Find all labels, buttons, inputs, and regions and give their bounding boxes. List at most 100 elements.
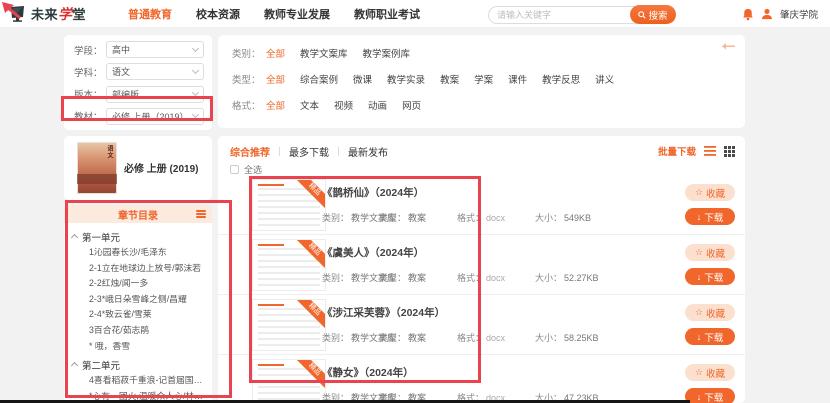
logo-icon [10,5,27,22]
format-option-all[interactable]: 全部 [266,98,285,112]
download-button[interactable]: ↓下载 [685,388,735,403]
chevron-down-icon [192,67,199,74]
collect-button[interactable]: ☆收藏 [685,304,735,321]
batch-download-link[interactable]: 批量下载 [658,144,696,158]
toc-unit-2[interactable]: 第二单元 [72,356,208,373]
results-panel: 综合推荐 最多下载 最新发布 批量下载 全选 [218,136,745,403]
toc-lesson[interactable]: 4喜看稻菽千重浪-记首届国家最高… [72,373,208,389]
type-option[interactable]: 教学实录 [387,72,425,86]
collect-button[interactable]: ☆收藏 [685,364,735,381]
cover-art [77,174,117,184]
type-option[interactable]: 课件 [508,72,527,86]
collect-button[interactable]: ☆收藏 [685,184,735,201]
filter-label: 教材： [74,109,106,123]
collapse-caret-icon [71,362,78,369]
collapse-panel-icon[interactable] [722,42,735,51]
stage-select[interactable]: 高中 [106,41,204,58]
sort-tab-recommended[interactable]: 综合推荐 [230,144,270,159]
resource-title[interactable]: 《涉江采芙蓉》（2024年） [322,305,445,320]
filter-row-edition: 版本： 部编版 [74,86,204,103]
sort-tab-most-downloaded[interactable]: 最多下载 [289,144,329,159]
edition-select[interactable]: 部编版 [106,86,204,103]
download-button[interactable]: ↓下载 [685,208,735,225]
user-icon[interactable] [761,8,773,20]
toc-unit-1[interactable]: 第一单元 [72,228,208,245]
subject-select[interactable]: 语文 [106,63,204,80]
format-option[interactable]: 网页 [402,98,421,112]
filter-row-type: 类型： 全部 综合案例 微课 教学实录 教案 学案 课件 教学反思 讲义 [232,72,731,86]
book-title: 必修 上册 (2019) [124,160,198,175]
type-option-all[interactable]: 全部 [266,72,285,86]
download-button[interactable]: ↓下载 [685,268,735,285]
filter-row-format: 格式： 全部 文本 视频 动画 网页 [232,98,731,112]
filter-label: 类别： [232,46,266,60]
collect-button[interactable]: ☆收藏 [685,244,735,261]
category-option[interactable]: 教学文案库 [300,46,348,60]
filter-label: 版本： [74,87,106,101]
resource-thumbnail[interactable]: 精品 [252,179,326,231]
hamburger-menu-icon[interactable] [196,210,206,218]
filter-label: 类型： [232,72,266,86]
bell-icon[interactable] [742,8,754,21]
toc-lesson[interactable]: 2-3*峨日朵雪峰之侧/昌耀 [72,292,208,308]
resource-thumbnail[interactable]: 精品 [252,239,326,291]
format-option[interactable]: 动画 [368,98,387,112]
resource-thumbnail[interactable]: 精品 [252,359,326,403]
resource-row: 精品 《鹊桥仙》（2024年） 类别：教学文案库 类型：教案 格式：docx 大… [218,175,745,235]
nav-teacher-exam[interactable]: 教师职业考试 [354,6,420,22]
textbook-select[interactable]: 必修 上册（2019） [106,108,204,125]
user-area: 肇庆学院 [742,0,818,28]
cover-label: 语文 [105,145,114,159]
resource-title[interactable]: 《静女》（2024年） [322,365,414,380]
download-icon: ↓ [697,272,702,282]
meta-type: 类型：教案 [379,211,426,224]
grid-view-icon[interactable] [724,146,735,157]
type-option[interactable]: 学案 [474,72,493,86]
school-name[interactable]: 肇庆学院 [780,7,818,21]
download-button[interactable]: ↓下载 [685,328,735,345]
toc-lesson[interactable]: 3百合花/茹志鹃 [72,323,208,339]
search-bar: 搜索 [488,5,676,24]
site-logo[interactable]: 未来学堂 [10,4,86,24]
nav-school-resources[interactable]: 校本资源 [196,6,240,22]
format-option[interactable]: 视频 [334,98,353,112]
type-option[interactable]: 综合案例 [300,72,338,86]
type-option[interactable]: 微课 [353,72,372,86]
nav-general-education[interactable]: 普通教育 [128,6,172,22]
toc-lesson[interactable]: * 哦，香雪 [72,339,208,355]
search-button[interactable]: 搜索 [630,5,676,24]
toc-lesson[interactable]: 2-4*致云雀/雪莱 [72,307,208,323]
resource-filter-panel: 类别： 全部 教学文案库 教学案例库 类型： 全部 综合案例 微课 教学实录 教… [218,35,745,128]
filter-row-category: 类别： 全部 教学文案库 教学案例库 [232,46,731,60]
category-option[interactable]: 教学案例库 [363,46,411,60]
list-view-icon[interactable] [704,146,716,156]
filter-row-subject: 学科： 语文 [74,63,204,80]
category-option-all[interactable]: 全部 [266,46,285,60]
sort-tab-newest[interactable]: 最新发布 [348,144,388,159]
star-icon: ☆ [695,247,703,258]
meta-size: 大小：52.27KB [535,271,599,284]
toc-lesson[interactable]: 1沁园春长沙/毛泽东 [72,245,208,261]
nav-teacher-development[interactable]: 教师专业发展 [264,6,330,22]
chevron-down-icon [192,44,199,51]
search-input[interactable] [488,6,638,24]
toc-lesson[interactable]: 2-1立在地球边上放号/郭沫若 [72,261,208,277]
type-option[interactable]: 讲义 [595,72,614,86]
type-option[interactable]: 教学反思 [542,72,580,86]
meta-type: 类型：教案 [379,331,426,344]
ribbon: 精品 [293,360,325,392]
format-option[interactable]: 文本 [300,98,319,112]
toc-header: 章节目录 [64,205,212,223]
collapse-caret-icon [71,234,78,241]
resource-list: 精品 《鹊桥仙》（2024年） 类别：教学文案库 类型：教案 格式：docx 大… [218,175,745,403]
book-cover-thumbnail[interactable]: 语文 [77,142,117,194]
select-all-checkbox[interactable] [230,165,239,174]
toc-lesson[interactable]: 2-2红烛/闻一多 [72,276,208,292]
sort-bar: 综合推荐 最多下载 最新发布 批量下载 [230,143,735,159]
resource-thumbnail[interactable]: 精品 [252,299,326,351]
type-option[interactable]: 教案 [440,72,459,86]
resource-row: 精品 《涉江采芙蓉》（2024年） 类别：教学文案库 类型：教案 格式：docx… [218,295,745,355]
resource-title[interactable]: 《鹊桥仙》（2024年） [322,185,424,200]
resource-title[interactable]: 《虞美人》（2024年） [322,245,424,260]
toc-list: 第一单元 1沁园春长沙/毛泽东 2-1立在地球边上放号/郭沫若 2-2红烛/闻一… [64,223,212,403]
